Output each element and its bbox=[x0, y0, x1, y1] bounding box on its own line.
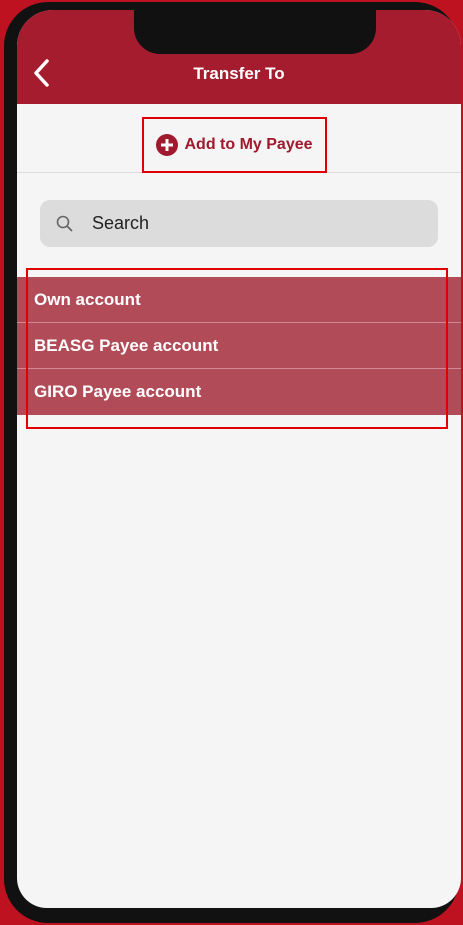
page-title: Transfer To bbox=[193, 64, 285, 83]
add-to-my-payee-button[interactable]: Add to My Payee bbox=[142, 117, 327, 173]
search-icon bbox=[56, 215, 73, 231]
account-item-own[interactable]: Own account bbox=[17, 277, 461, 323]
add-to-my-payee-label: Add to My Payee bbox=[184, 136, 313, 153]
account-item-giro-payee[interactable]: GIRO Payee account bbox=[17, 369, 461, 415]
search-box[interactable] bbox=[40, 200, 438, 247]
page: Transfer To Add to My Payee Own account bbox=[0, 0, 463, 925]
account-item-beasg-payee[interactable]: BEASG Payee account bbox=[17, 323, 461, 369]
add-payee-row: Add to My Payee bbox=[17, 104, 461, 173]
account-list: Own account BEASG Payee account GIRO Pay… bbox=[17, 277, 461, 415]
phone-notch bbox=[134, 10, 376, 54]
app-screen: Transfer To Add to My Payee Own account bbox=[17, 10, 461, 908]
plus-circle-icon bbox=[156, 134, 179, 156]
search-input[interactable] bbox=[92, 213, 392, 234]
